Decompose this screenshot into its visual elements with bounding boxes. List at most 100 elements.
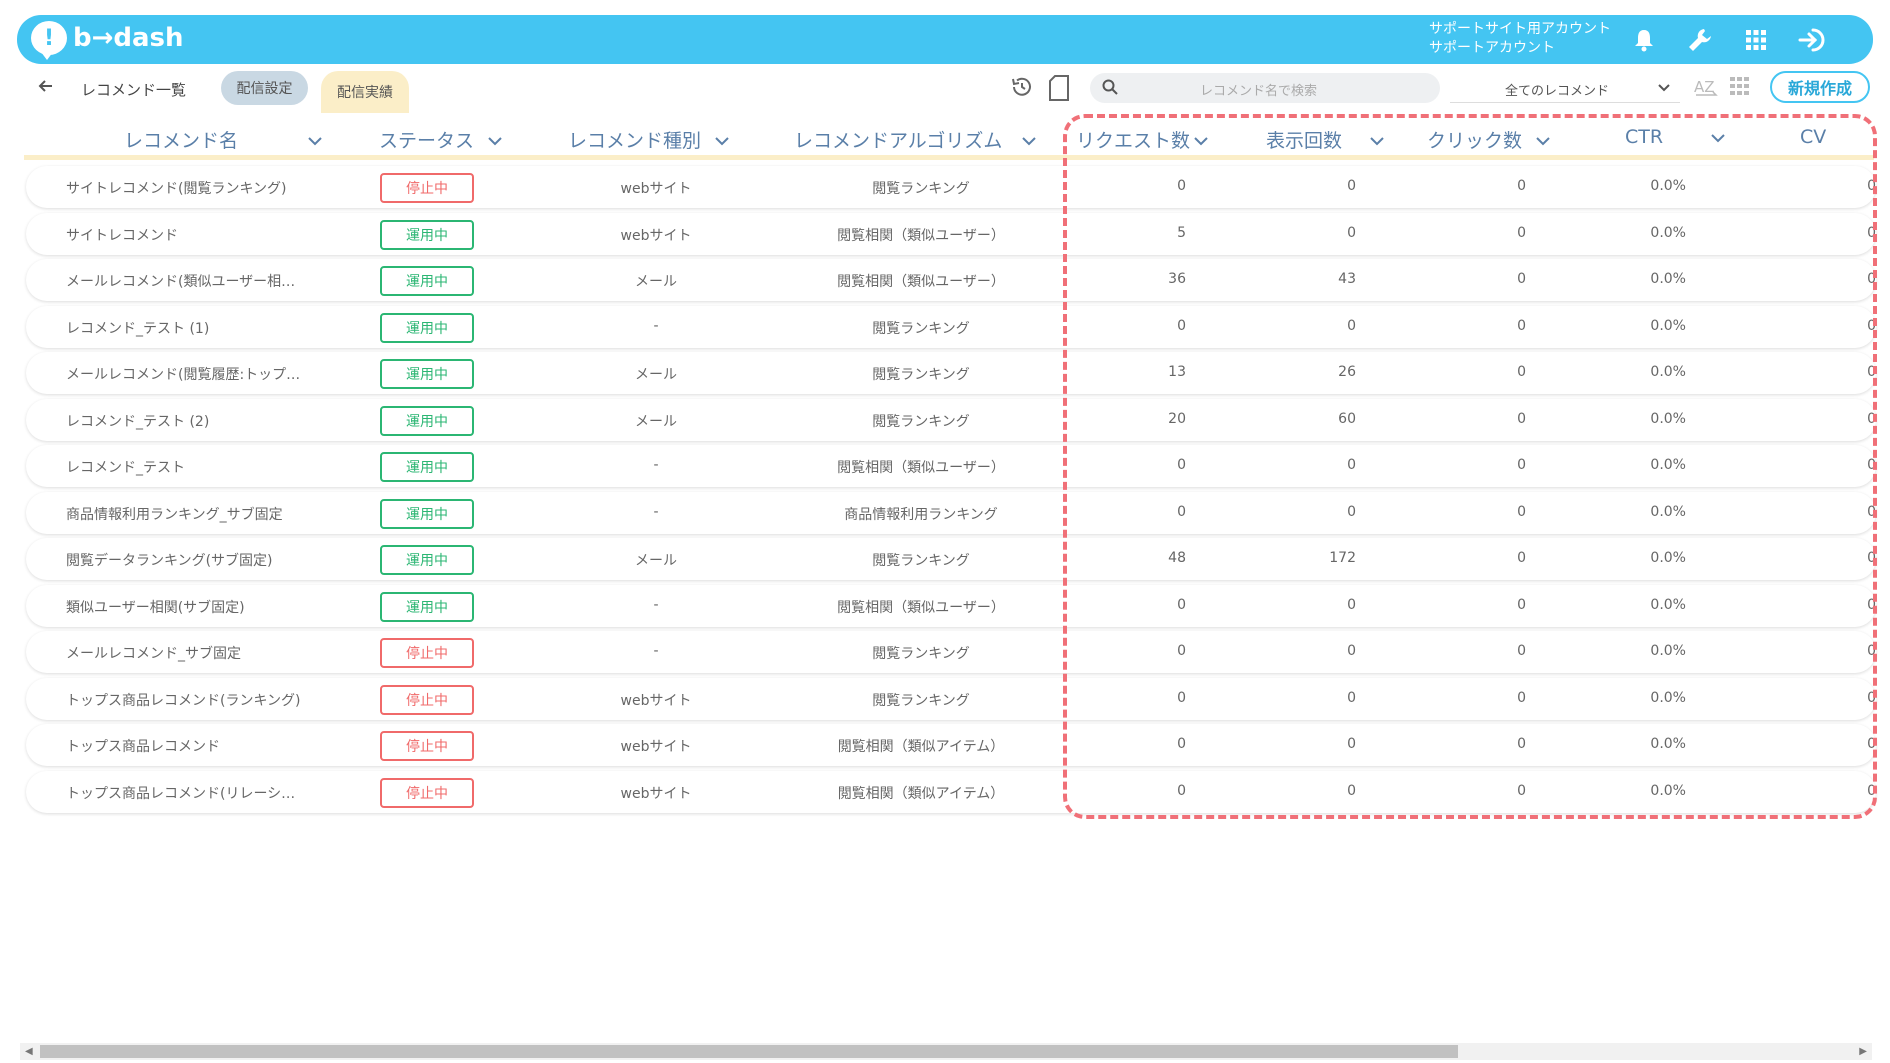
recommend-name-cell[interactable]: メールレコメンド(閲覧履歴:トップ… xyxy=(66,364,300,384)
status-badge[interactable]: 運用中 xyxy=(380,498,474,529)
chevron-down-icon[interactable] xyxy=(1022,129,1037,151)
ctr-cell: 0.0% xyxy=(1650,410,1686,427)
table-row[interactable]: メールレコメンド(閲覧履歴:トップ… 運用中 メール 閲覧ランキング 13 26 0 0.0%… xyxy=(26,352,1876,394)
history-icon[interactable] xyxy=(1010,75,1036,101)
status-badge[interactable]: 停止中 xyxy=(380,731,474,761)
chevron-down-icon[interactable] xyxy=(715,129,729,151)
recommend-name-cell[interactable]: レコメンド_テスト (2) xyxy=(66,411,209,431)
status-badge[interactable]: 運用中 xyxy=(380,359,474,389)
recommend-name-cell[interactable]: メールレコメンド_サブ固定 xyxy=(66,643,241,663)
table-row[interactable]: メールレコメンド_サブ固定 停止中 - 閲覧ランキング 0 0 0 0.0% 0 xyxy=(26,631,1876,673)
col-header-name[interactable]: レコメンド名 xyxy=(124,126,322,153)
recommend-name-cell[interactable]: レコメンド_テスト (1) xyxy=(66,318,209,338)
cv-cell: 0 xyxy=(1867,364,1876,380)
recommend-kind-cell: webサイト xyxy=(620,227,692,244)
col-header-impressions[interactable]: 表示回数 xyxy=(1266,126,1384,153)
status-badge[interactable]: 停止中 xyxy=(380,777,474,808)
chevron-down-icon[interactable] xyxy=(1194,129,1208,151)
table-row[interactable]: メールレコメンド(類似ユーザー相… 運用中 メール 閲覧相関（類似ユーザー） 36 43 0… xyxy=(26,259,1876,301)
recommend-name-cell[interactable]: トップス商品レコメンド xyxy=(66,736,220,756)
status-badge[interactable]: 運用中 xyxy=(380,405,474,436)
status-badge[interactable]: 停止中 xyxy=(380,173,474,203)
status-badge[interactable]: 停止中 xyxy=(380,684,474,715)
status-badge[interactable]: 運用中 xyxy=(380,545,474,575)
sort-az-icon[interactable]: AZ xyxy=(1694,76,1720,102)
account-info[interactable]: サポートサイト用アカウント サポートアカウント xyxy=(1429,20,1611,58)
table-row[interactable]: トップス商品レコメンド 停止中 webサイト 閲覧相関（類似アイテム） 0 0 0 0.0% 0 xyxy=(26,724,1876,766)
apps-grid-icon[interactable] xyxy=(1741,25,1771,55)
table-row[interactable]: 類似ユーザー相関(サブ固定) 運用中 - 閲覧相関（類似ユーザー） 0 0 0 0.0% 0 xyxy=(26,584,1876,627)
status-badge[interactable]: 運用中 xyxy=(380,312,474,343)
table-row[interactable]: 閲覧データランキング(サブ固定) 運用中 メール 閲覧ランキング 48 172 0 0.0% 0 xyxy=(26,538,1876,580)
col-header-status[interactable]: ステータス xyxy=(379,126,502,153)
recommend-kind-cell: webサイト xyxy=(620,785,692,802)
ctr-cell: 0.0% xyxy=(1650,224,1686,241)
impressions-cell: 43 xyxy=(1338,271,1356,287)
status-badge[interactable]: 運用中 xyxy=(380,266,474,296)
table-row[interactable]: サイトレコメンド 運用中 webサイト 閲覧相関（類似ユーザー） 5 0 0 0.0% 0 xyxy=(26,212,1876,255)
requests-cell: 48 xyxy=(1168,550,1186,566)
table-row[interactable]: 商品情報利用ランキング_サブ固定 運用中 - 商品情報利用ランキング 0 0 0 0.0% 0 xyxy=(26,491,1876,534)
recommend-name-cell[interactable]: トップス商品レコメンド(ランキング) xyxy=(66,690,301,710)
cv-cell: 0 xyxy=(1867,596,1876,613)
table-row[interactable]: レコメンド_テスト (2) 運用中 メール 閲覧ランキング 20 60 0 0.0% 0 xyxy=(26,398,1876,441)
document-icon[interactable] xyxy=(1048,75,1074,101)
recommend-name-cell[interactable]: サイトレコメンド xyxy=(66,225,178,245)
col-header-cv[interactable]: CV xyxy=(1800,126,1826,148)
top-header-bar: ! b→dash サポートサイト用アカウント サポートアカウント xyxy=(17,15,1873,64)
bell-icon[interactable] xyxy=(1629,25,1659,55)
col-header-ctr[interactable]: CTR xyxy=(1625,126,1725,148)
chevron-down-icon[interactable] xyxy=(488,129,502,151)
col-header-algorithm[interactable]: レコメンドアルゴリズム xyxy=(794,126,1037,153)
chevron-down-icon[interactable] xyxy=(1711,126,1725,148)
chevron-down-icon[interactable] xyxy=(1370,129,1384,151)
status-badge[interactable]: 運用中 xyxy=(380,591,474,622)
cv-cell: 0 xyxy=(1867,457,1876,473)
tab-delivery-results[interactable]: 配信実績 xyxy=(321,71,409,113)
ctr-cell: 0.0% xyxy=(1650,689,1686,706)
col-header-requests[interactable]: リクエスト数 xyxy=(1076,126,1208,153)
recommend-name-cell[interactable]: レコメンド_テスト xyxy=(66,457,185,477)
ctr-cell: 0.0% xyxy=(1650,736,1686,752)
table-row[interactable]: サイトレコメンド(閲覧ランキング) 停止中 webサイト 閲覧ランキング 0 0 0 0.0%… xyxy=(26,166,1876,208)
recommend-kind-cell: メール xyxy=(635,553,677,569)
scrollbar-thumb[interactable] xyxy=(40,1045,1458,1058)
recommend-algorithm-cell: 閲覧ランキング xyxy=(872,367,970,383)
logout-icon[interactable] xyxy=(1797,25,1827,55)
recommend-name-cell[interactable]: 類似ユーザー相関(サブ固定) xyxy=(66,597,245,617)
table-row[interactable]: トップス商品レコメンド(リレーシ… 停止中 webサイト 閲覧相関（類似アイテム） 0 0… xyxy=(26,770,1876,813)
col-header-kind[interactable]: レコメンド種別 xyxy=(568,126,729,153)
recommend-name-cell[interactable]: トップス商品レコメンド(リレーシ… xyxy=(66,783,295,803)
new-create-button[interactable]: 新規作成 xyxy=(1770,71,1870,103)
recommend-filter-select[interactable]: 全てのレコメンド xyxy=(1450,73,1680,103)
scroll-left-arrow-icon[interactable]: ◀ xyxy=(25,1046,33,1057)
requests-cell: 20 xyxy=(1168,410,1186,427)
table-row[interactable]: トップス商品レコメンド(ランキング) 停止中 webサイト 閲覧ランキング 0 0 0 0.0… xyxy=(26,677,1876,720)
recommend-name-cell[interactable]: 閲覧データランキング(サブ固定) xyxy=(66,550,273,570)
chevron-down-icon xyxy=(1658,81,1670,96)
recommend-name-cell[interactable]: 商品情報利用ランキング_サブ固定 xyxy=(66,504,283,524)
app-logo[interactable]: ! b→dash xyxy=(31,21,184,60)
grid-view-icon[interactable] xyxy=(1730,77,1756,103)
search-box[interactable]: レコメンド名で検索 xyxy=(1090,73,1440,103)
back-arrow-icon[interactable] xyxy=(38,78,58,98)
page-title: レコメンド一覧 xyxy=(81,81,187,99)
chevron-down-icon[interactable] xyxy=(1536,129,1550,151)
wrench-icon[interactable] xyxy=(1685,25,1715,55)
horizontal-scrollbar[interactable]: ◀ ▶ xyxy=(20,1043,1872,1060)
table-row[interactable]: レコメンド_テスト 運用中 - 閲覧相関（類似ユーザー） 0 0 0 0.0% 0 xyxy=(26,445,1876,487)
table-row[interactable]: レコメンド_テスト (1) 運用中 - 閲覧ランキング 0 0 0 0.0% 0 xyxy=(26,305,1876,348)
tab-delivery-settings[interactable]: 配信設定 xyxy=(221,71,308,105)
cv-cell: 0 xyxy=(1867,224,1876,241)
col-header-clicks[interactable]: クリック数 xyxy=(1427,126,1550,153)
chevron-down-icon[interactable] xyxy=(308,129,322,151)
col-header-clicks-label: クリック数 xyxy=(1427,130,1523,152)
search-input[interactable]: レコメンド名で検索 xyxy=(1200,80,1317,99)
status-badge[interactable]: 運用中 xyxy=(380,219,474,250)
recommend-name-cell[interactable]: サイトレコメンド(閲覧ランキング) xyxy=(66,178,287,198)
status-badge[interactable]: 運用中 xyxy=(380,452,474,482)
scroll-right-arrow-icon[interactable]: ▶ xyxy=(1859,1046,1867,1057)
status-badge[interactable]: 停止中 xyxy=(380,638,474,668)
recommend-name-cell[interactable]: メールレコメンド(類似ユーザー相… xyxy=(66,271,295,291)
clicks-cell: 0 xyxy=(1517,224,1526,241)
